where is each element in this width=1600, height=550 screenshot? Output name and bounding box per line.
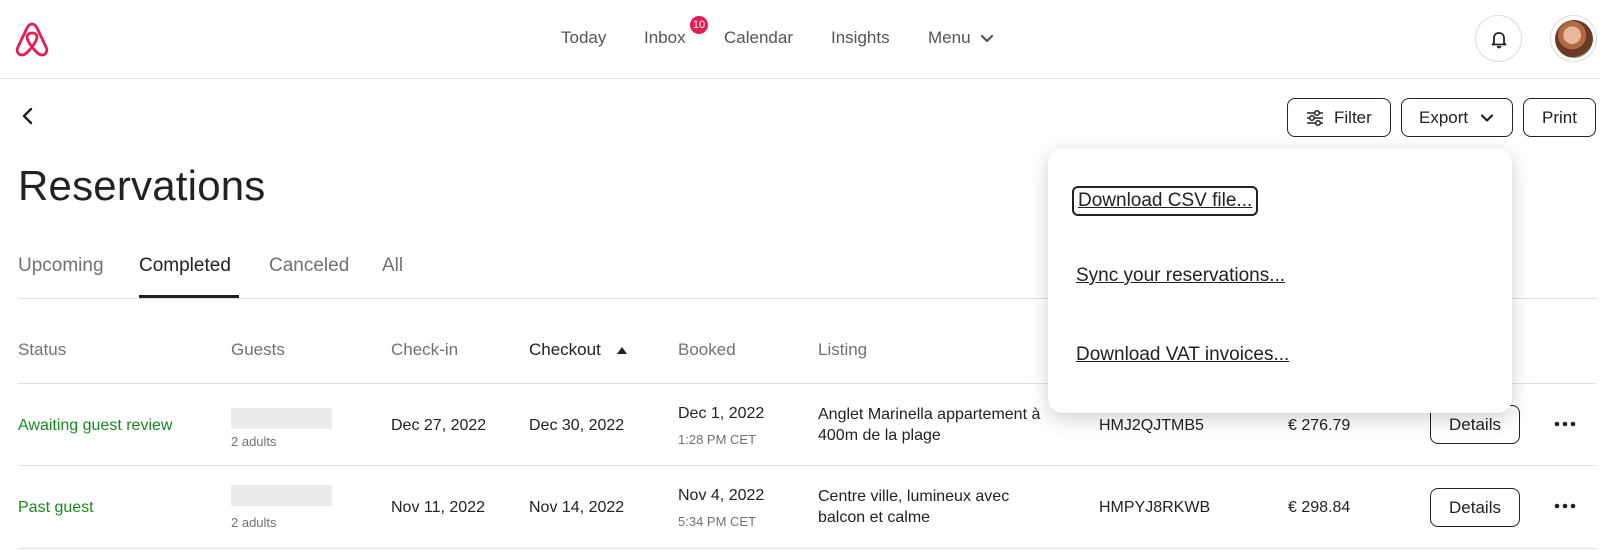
listing-name-line2: balcon et calme <box>818 509 931 526</box>
payout-amount: € 298.84 <box>1288 499 1351 516</box>
column-header-status[interactable]: Status <box>18 340 66 360</box>
bell-icon <box>1491 32 1507 49</box>
status-label: Past guest <box>18 499 94 516</box>
booked-date: Dec 1, 2022 <box>678 405 765 422</box>
nav-calendar[interactable]: Calendar <box>724 26 793 50</box>
filter-button[interactable]: Filter <box>1287 98 1391 137</box>
guest-count: 2 adults <box>231 515 277 530</box>
avatar[interactable] <box>1550 15 1597 62</box>
print-button[interactable]: Print <box>1523 98 1596 137</box>
checkin-date: Nov 11, 2022 <box>391 499 485 516</box>
chevron-down-icon[interactable] <box>980 31 994 45</box>
export-button-label: Export <box>1419 108 1469 127</box>
filter-button-label: Filter <box>1334 108 1372 127</box>
nav-today[interactable]: Today <box>561 26 606 50</box>
booked-date: Nov 4, 2022 <box>678 487 765 504</box>
checkout-date: Nov 14, 2022 <box>529 499 625 516</box>
status-label: Awaiting guest review <box>18 417 173 434</box>
tab-completed[interactable]: Completed <box>139 255 231 277</box>
tab-canceled[interactable]: Canceled <box>269 255 349 277</box>
guest-name-redacted <box>231 408 332 429</box>
listing-name-line1: Anglet Marinella appartement à <box>818 406 1041 423</box>
column-header-booked[interactable]: Booked <box>678 340 736 360</box>
listing-name-line2: 400m de la plage <box>818 427 941 444</box>
more-options-icon[interactable] <box>1553 419 1577 429</box>
column-header-checkin[interactable]: Check-in <box>391 340 458 360</box>
column-header-checkout[interactable]: Checkout <box>529 340 601 360</box>
back-arrow-icon[interactable] <box>16 104 40 128</box>
tab-upcoming[interactable]: Upcoming <box>18 255 104 277</box>
listing-name-line1: Centre ville, lumineux avec <box>818 488 1010 505</box>
sync-reservations-menu-item[interactable]: Sync your reservations... <box>1076 265 1285 287</box>
confirmation-code: HMJ2QJTMB5 <box>1099 417 1204 434</box>
export-dropdown-menu: Download CSV file... Sync your reservati… <box>1048 148 1512 413</box>
inbox-badge: 10 <box>690 16 708 34</box>
details-button[interactable]: Details <box>1430 488 1520 527</box>
airbnb-logo-icon[interactable] <box>13 19 51 59</box>
avatar-image <box>1555 20 1593 58</box>
more-options-icon[interactable] <box>1553 501 1577 511</box>
confirmation-code: HMPYJ8RKWB <box>1099 499 1211 516</box>
booked-time: 5:34 PM CET <box>678 514 757 529</box>
nav-inbox[interactable]: Inbox <box>644 26 686 50</box>
booked-time: 1:28 PM CET <box>678 432 757 447</box>
download-vat-invoices-menu-item[interactable]: Download VAT invoices... <box>1076 344 1289 366</box>
divider <box>18 548 1596 549</box>
payout-amount: € 276.79 <box>1288 417 1351 434</box>
tab-all[interactable]: All <box>382 255 403 277</box>
checkin-date: Dec 27, 2022 <box>391 417 487 434</box>
checkout-date: Dec 30, 2022 <box>529 417 625 434</box>
nav-menu[interactable]: Menu <box>928 26 971 50</box>
column-header-listing[interactable]: Listing <box>818 340 867 360</box>
column-header-guests[interactable]: Guests <box>231 340 285 360</box>
chevron-down-icon <box>1480 114 1494 122</box>
nav-insights[interactable]: Insights <box>831 26 890 50</box>
export-button[interactable]: Export <box>1401 98 1513 137</box>
guest-count: 2 adults <box>231 434 277 449</box>
top-navigation: Today Inbox 10 Calendar Insights Menu <box>0 0 1600 79</box>
guest-name-redacted <box>231 485 332 506</box>
print-button-label: Print <box>1542 108 1577 127</box>
page-title: Reservations <box>18 162 266 209</box>
sliders-icon <box>1307 109 1323 127</box>
divider <box>18 465 1596 466</box>
notifications-button[interactable] <box>1475 15 1522 62</box>
sort-ascending-icon[interactable] <box>616 345 628 355</box>
download-csv-menu-item[interactable]: Download CSV file... <box>1072 186 1259 216</box>
